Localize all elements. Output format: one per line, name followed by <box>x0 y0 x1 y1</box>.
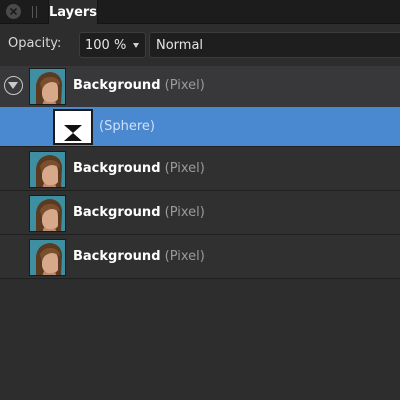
layer-type: (Pixel) <box>164 161 205 176</box>
layer-row[interactable]: Background (Pixel) <box>0 66 400 107</box>
mask-thumbnail <box>53 109 93 145</box>
opacity-value: 100 % <box>85 38 127 53</box>
layer-thumbnail <box>29 195 66 232</box>
layer-name: Background <box>73 78 161 93</box>
layer-label: Background (Pixel) <box>73 78 205 93</box>
layer-label: Background (Pixel) <box>73 161 205 176</box>
layer-type: (Pixel) <box>164 249 205 264</box>
chevron-down-icon <box>133 43 139 48</box>
layer-name: Background <box>73 161 161 176</box>
empty-layers-area[interactable] <box>0 282 400 400</box>
mask-layer-name: (Sphere) <box>99 119 155 134</box>
grip-icon[interactable] <box>32 6 38 18</box>
layer-thumbnail <box>29 151 66 188</box>
layer-label: Background (Pixel) <box>73 249 205 264</box>
layer-options-bar: Opacity: 100 % Normal <box>0 24 400 66</box>
tab-layers[interactable]: Layers <box>48 0 98 24</box>
layer-row[interactable]: Background (Pixel) <box>0 191 400 235</box>
layer-name: Background <box>73 205 161 220</box>
layer-row[interactable]: Background (Pixel) <box>0 235 400 279</box>
mask-layer-row[interactable]: (Sphere) <box>0 107 400 147</box>
layer-row[interactable]: Background (Pixel) <box>0 147 400 191</box>
close-icon[interactable] <box>6 4 21 19</box>
layer-thumbnail <box>29 68 66 105</box>
expand-toggle-icon[interactable] <box>4 76 23 95</box>
blend-mode-value: Normal <box>156 38 204 53</box>
blend-mode-dropdown[interactable]: Normal <box>149 32 400 58</box>
opacity-label: Opacity: <box>8 36 62 51</box>
layer-thumbnail <box>29 239 66 276</box>
layers-list: Background (Pixel) (Sphere) Background (… <box>0 66 400 279</box>
opacity-dropdown[interactable]: 100 % <box>79 32 146 58</box>
layer-type: (Pixel) <box>164 78 205 93</box>
layer-name: Background <box>73 249 161 264</box>
layer-type: (Pixel) <box>164 205 205 220</box>
layer-label: Background (Pixel) <box>73 205 205 220</box>
panel-tab-bar: Layers <box>0 0 400 24</box>
